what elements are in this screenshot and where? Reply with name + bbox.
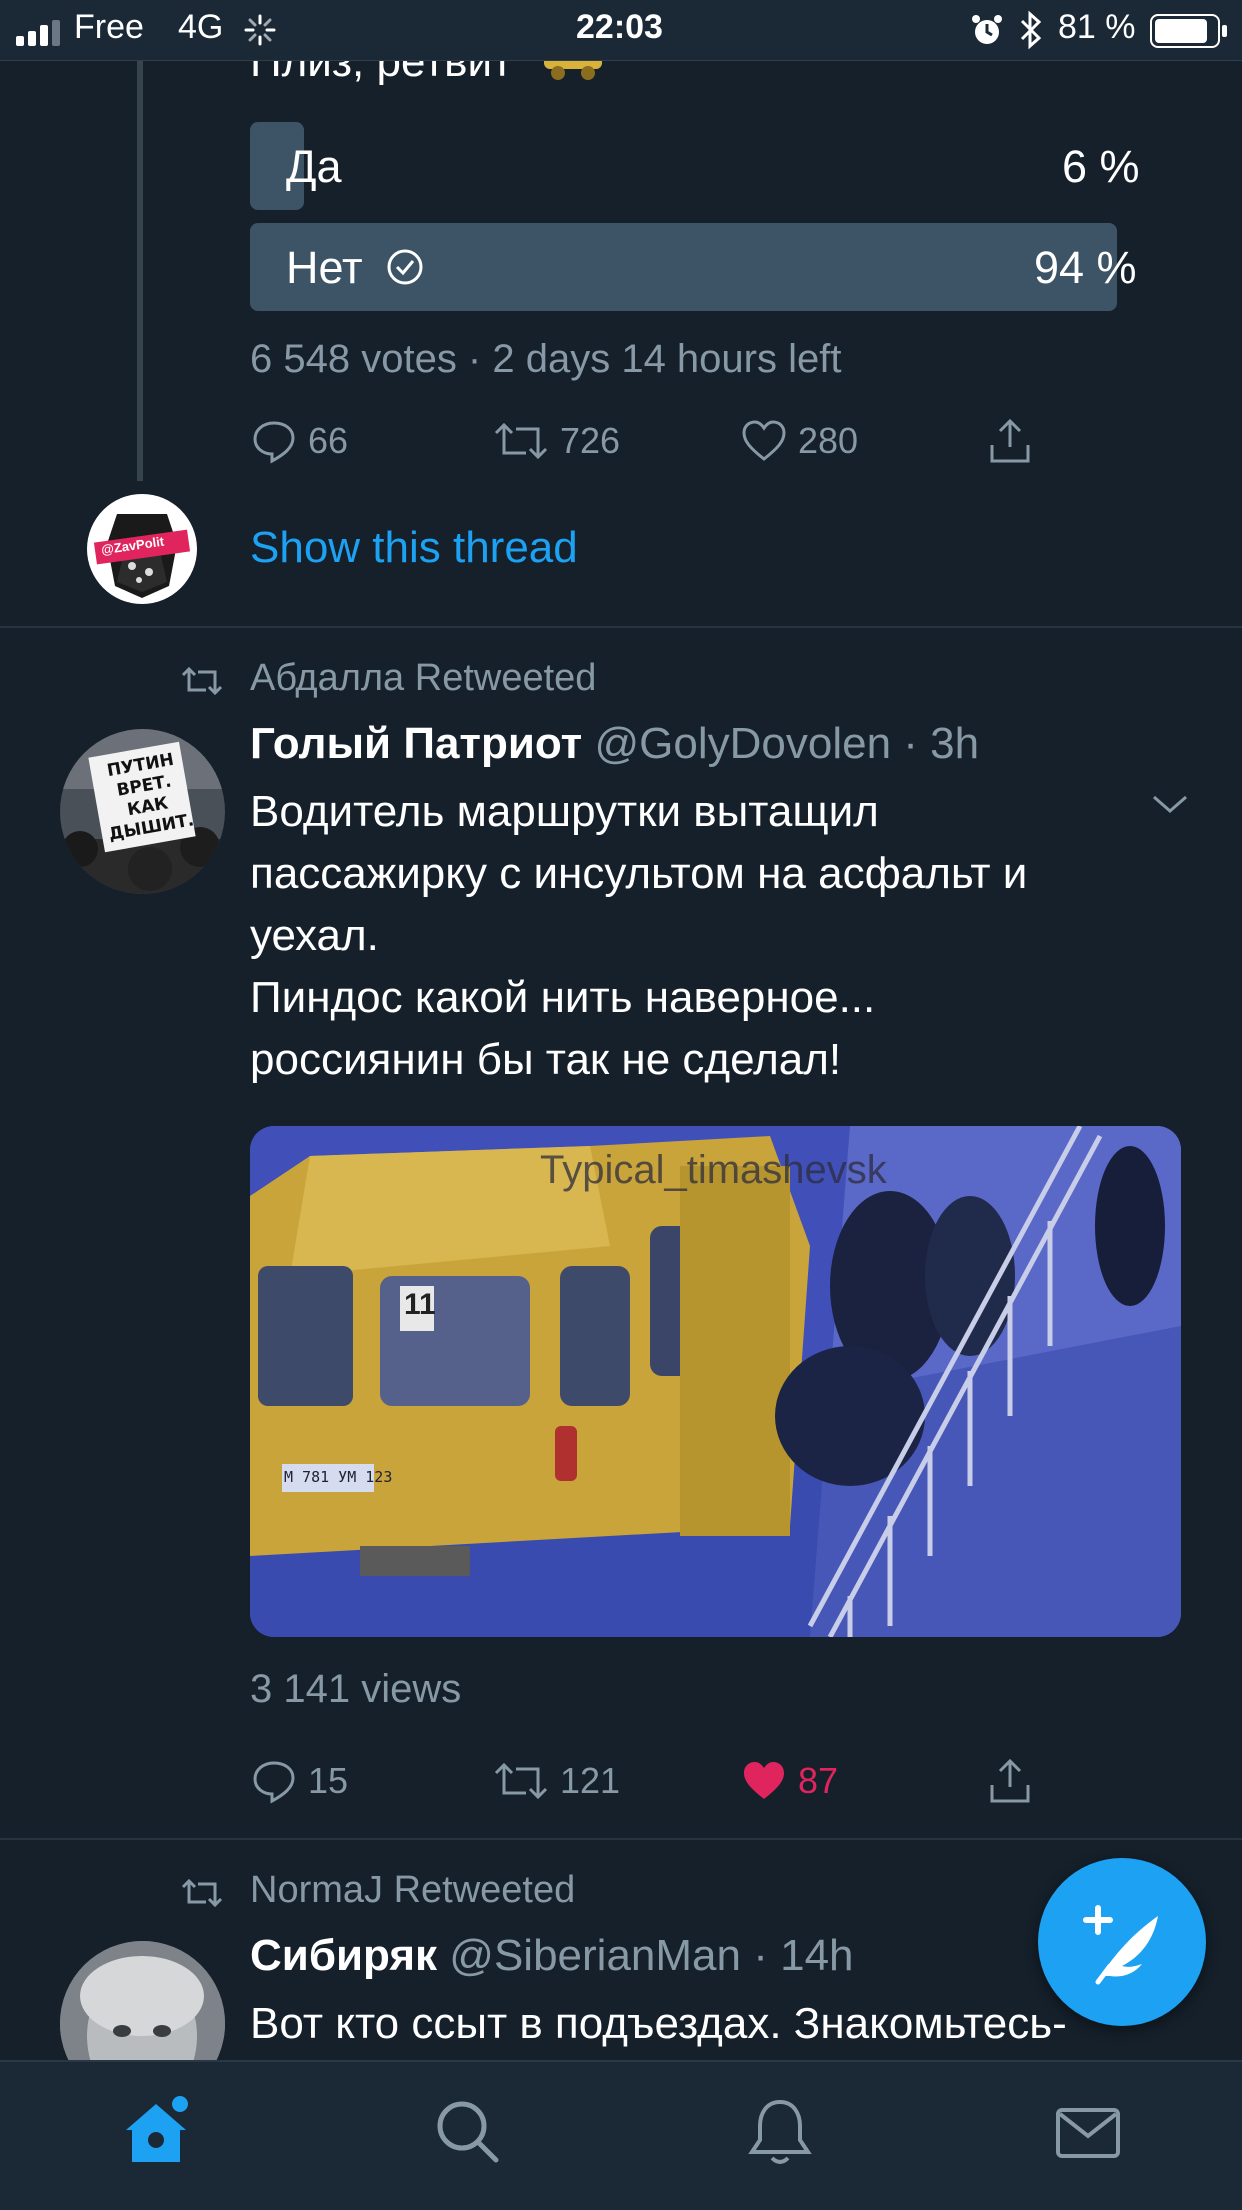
reply-count: 15 [308, 1760, 349, 1801]
divider [0, 626, 1242, 628]
author-name[interactable]: Голый Патриот [250, 719, 582, 768]
battery-percent: 81 % [1058, 8, 1136, 46]
compose-button[interactable] [1038, 1858, 1206, 2026]
retweet-button[interactable]: 121 [492, 1757, 620, 1805]
poll-percent-net: 94 % [1034, 242, 1137, 293]
reply-icon [253, 1761, 295, 1804]
poll-percent-da: 6 % [1062, 141, 1140, 192]
poll-bar-net [250, 223, 1118, 311]
timeline[interactable]: Плиз, ретвит Да 6 % Нет 94 % 6 548 votes… [0, 61, 1242, 2060]
avatar[interactable]: ПУТИН ВРЕТ. КАК ДЫШИТ. [60, 729, 225, 894]
tweet-time: · 14h [753, 1931, 854, 1980]
clock: 22:03 [576, 8, 663, 46]
poll-option-da: Да [286, 141, 342, 192]
tab-search[interactable] [428, 2092, 508, 2172]
tab-messages[interactable] [1048, 2092, 1128, 2172]
tweet-text: Вот кто ссыт в подъездах. Знакомьтесь- [250, 1999, 1067, 2048]
video-watermark: Typical_timashevsk [540, 1148, 887, 1192]
tweet-text-line: пассажирку с инсультом на асфальт и [250, 849, 1028, 898]
tab-notifications[interactable] [740, 2092, 820, 2172]
retweet-count: 121 [560, 1760, 621, 1801]
retweet-button[interactable]: 726 [492, 417, 620, 465]
reply-count: 66 [308, 420, 349, 461]
protest-sign: ПУТИН ВРЕТ. КАК ДЫШИТ. [95, 748, 196, 846]
show-thread-link[interactable]: Show this thread [250, 523, 578, 573]
tweet-time: · 3h [903, 719, 980, 768]
tweet-text-line: Водитель маршрутки вытащил [250, 787, 879, 836]
retweet-icon [494, 1762, 548, 1800]
heart-icon [742, 420, 786, 461]
poll-meta: 6 548 votes · 2 days 14 hours left [250, 337, 842, 381]
route-number: 11 [404, 1288, 436, 1321]
like-button[interactable]: 280 [740, 417, 858, 465]
share-button[interactable] [986, 417, 1034, 465]
search-icon [437, 2101, 499, 2163]
tweet-header: Сибиряк @SiberianMan · 14h [250, 1931, 854, 1981]
bluetooth-icon [1018, 10, 1044, 50]
status-bar: Free 4G 22:03 81 % [0, 0, 1242, 61]
share-icon [990, 1758, 1030, 1803]
tweet-text-line: уехал. [250, 911, 379, 960]
reply-icon [253, 421, 295, 464]
emoji-icon [542, 61, 606, 83]
network-label: 4G [178, 8, 224, 46]
retweeted-by: NormaJ Retweeted [250, 1869, 576, 1911]
divider [0, 1838, 1242, 1840]
tweet-text-line: россиянин бы так не сделал! [250, 1035, 842, 1084]
reply-button[interactable]: 66 [250, 417, 348, 465]
share-icon [990, 418, 1030, 463]
avatar[interactable] [60, 1941, 225, 2060]
alarm-icon [970, 13, 1004, 47]
avatar[interactable]: @ZavPolit [87, 494, 197, 604]
tweet-header: Голый Патриот @GolyDovolen · 3h [250, 719, 979, 769]
tweet-video[interactable]: Typical_timashevsk 11 М 781 УМ 123 [250, 1126, 1181, 1637]
bell-icon [748, 2099, 812, 2164]
compose-icon [1083, 1905, 1158, 1985]
battery-icon [1150, 14, 1230, 48]
reply-button[interactable]: 15 [250, 1757, 348, 1805]
retweeted-by: Абдалла Retweeted [250, 657, 597, 699]
author-name[interactable]: Сибиряк [250, 1931, 437, 1980]
like-count: 280 [798, 420, 859, 461]
heart-icon [744, 1762, 784, 1799]
tab-home[interactable] [116, 2092, 196, 2172]
tweet-text-line: Пиндос какой нить наверное... [250, 973, 876, 1022]
view-count: 3 141 views [250, 1667, 462, 1711]
poll-option-net: Нет [286, 242, 363, 293]
share-button[interactable] [986, 1757, 1034, 1805]
tweet-text-partial: Плиз, ретвит [250, 61, 513, 86]
thread-line [137, 61, 143, 481]
tab-bar [0, 2060, 1242, 2210]
home-icon [126, 2096, 188, 2162]
retweet-small-icon [180, 663, 224, 699]
tweet-text: Водитель маршрутки вытащил пассажирку с … [250, 781, 1200, 1091]
retweet-small-icon [180, 1875, 224, 1911]
check-circle-icon [386, 248, 424, 286]
like-count: 87 [798, 1760, 839, 1801]
carrier-label: Free [74, 8, 144, 46]
like-button[interactable]: 87 [740, 1757, 838, 1805]
signal-icon [16, 20, 64, 46]
author-handle[interactable]: @SiberianMan [449, 1931, 741, 1980]
retweet-count: 726 [560, 420, 621, 461]
license-plate: М 781 УМ 123 [284, 1468, 393, 1486]
retweet-icon [494, 422, 548, 460]
author-handle[interactable]: @GolyDovolen [594, 719, 891, 768]
mail-icon [1056, 2108, 1120, 2158]
loading-icon [244, 14, 276, 46]
